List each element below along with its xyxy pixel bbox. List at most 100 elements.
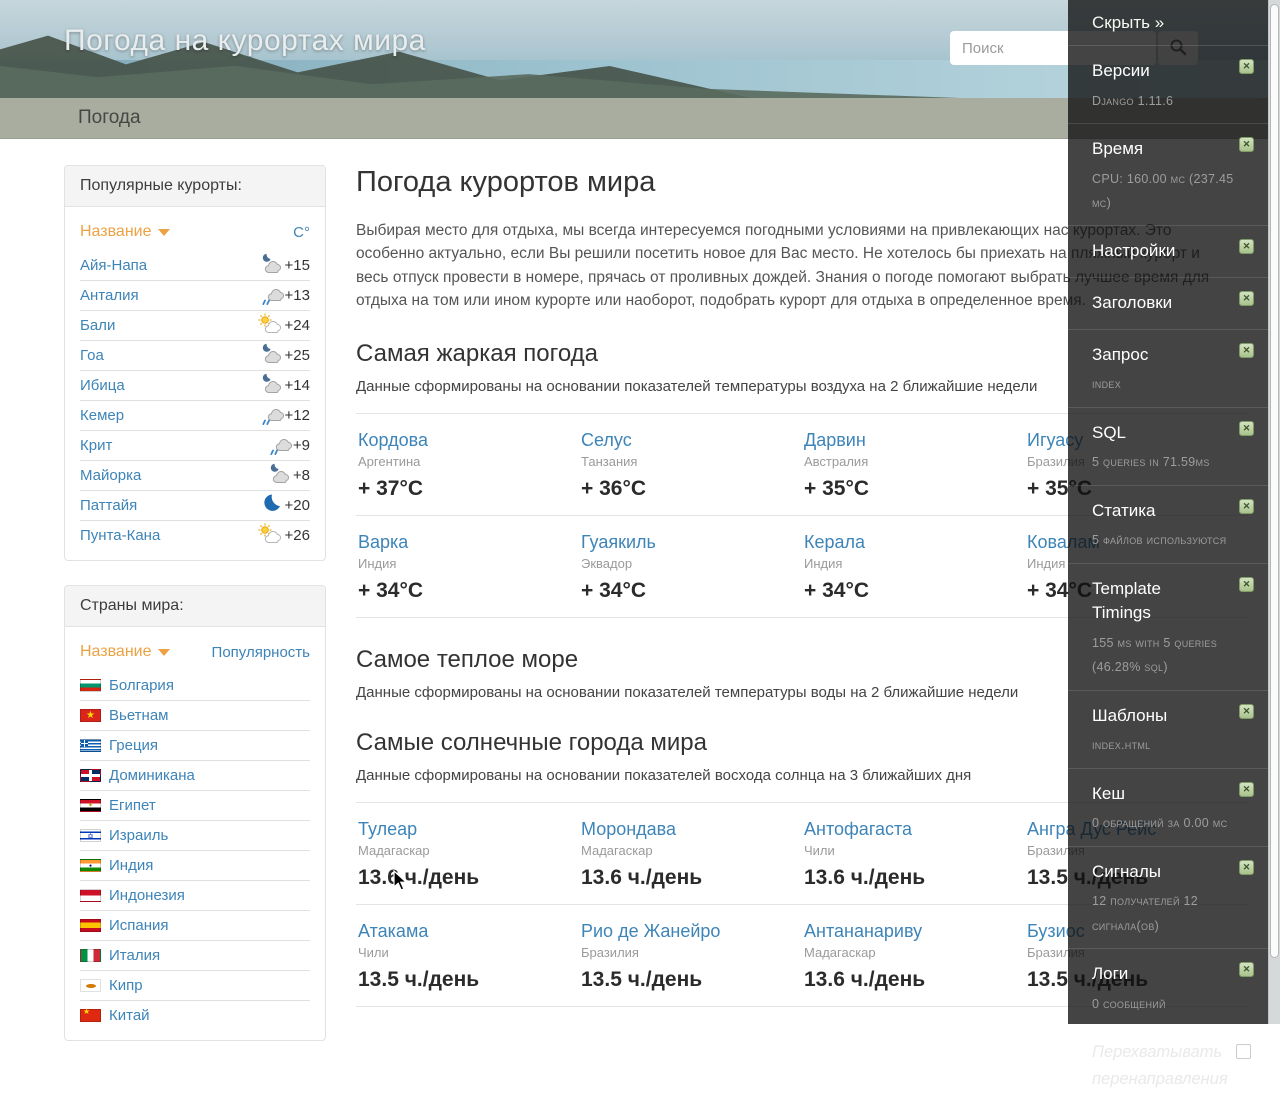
resort-link[interactable]: Гоа (80, 347, 104, 364)
card-city-link[interactable]: Морондава (581, 819, 676, 840)
card-value: 13.6 ч./день (804, 968, 926, 991)
country-link[interactable]: Индия (109, 857, 153, 874)
flag-es-icon (80, 919, 101, 932)
toolbar-panel-settings: Настройки ✕ (1068, 226, 1268, 279)
country-link[interactable]: Египет (109, 797, 156, 814)
toolbar-hide-button[interactable]: Скрыть » (1068, 0, 1268, 46)
card-country: Индия (804, 556, 843, 571)
panel-toggle-button[interactable]: ✕ (1239, 239, 1254, 255)
panel-toggle-button[interactable]: ✕ (1239, 137, 1254, 153)
weather-card: Керала Индия + 34°C (802, 516, 1025, 618)
close-icon: ✕ (1242, 241, 1251, 252)
resort-link[interactable]: Айя-Напа (80, 257, 147, 274)
country-link[interactable]: Китай (109, 1007, 150, 1024)
toolbar-panel-title[interactable]: Время (1092, 134, 1254, 165)
scrollbar-thumb[interactable] (1270, 4, 1279, 958)
toolbar-panel-title[interactable]: Сигналы (1092, 857, 1254, 888)
panel-toggle-button[interactable]: ✕ (1239, 342, 1254, 358)
card-country: Мадагаскар (804, 945, 876, 960)
resort-temp: +25 (284, 347, 310, 364)
toolbar-panel-versions: Версии ✕ Django 1.11.6 (1068, 46, 1268, 125)
moon-cloud-icon (265, 463, 292, 489)
weather-card: Селус Танзания + 36°C (579, 414, 802, 516)
toolbar-panel-title[interactable]: SQL (1092, 418, 1254, 449)
resort-weather: +8 (265, 463, 310, 489)
toolbar-panel-staticfiles: Статика ✕ 5 файлов используются (1068, 486, 1268, 564)
country-link[interactable]: Вьетнам (109, 707, 168, 724)
resort-temp: +13 (284, 287, 310, 304)
toolbar-panel-title[interactable]: Настройки (1092, 236, 1254, 267)
panel-toggle-button[interactable]: ✕ (1239, 576, 1254, 592)
toolbar-panel-title[interactable]: Версии (1092, 56, 1254, 87)
panel-toggle-button[interactable]: ✕ (1239, 859, 1254, 875)
countries-col-name-label: Название (80, 643, 152, 660)
card-city-link[interactable]: Рио де Жанейро (581, 921, 720, 942)
resorts-sort-by-temp[interactable]: С° (293, 224, 310, 241)
panel-toggle-button[interactable]: ✕ (1239, 962, 1254, 978)
weather-card: Рио де Жанейро Бразилия 13.5 ч./день (579, 905, 802, 1007)
toolbar-panel-title[interactable]: Шаблоны (1092, 701, 1254, 732)
panel-toggle-button[interactable]: ✕ (1239, 781, 1254, 797)
country-link[interactable]: Индонезия (109, 887, 185, 904)
panel-toggle-button[interactable]: ✕ (1239, 291, 1254, 307)
card-city-link[interactable]: Варка (358, 532, 408, 553)
resort-link[interactable]: Ибица (80, 377, 125, 394)
toolbar-panel-sql: SQL ✕ 5 queries in 71.59ms (1068, 408, 1268, 486)
panel-toggle-button[interactable]: ✕ (1239, 498, 1254, 514)
resorts-sort-by-name[interactable]: Название (80, 223, 170, 241)
resort-link[interactable]: Пунта-Кана (80, 527, 160, 544)
country-link[interactable]: Греция (109, 737, 158, 754)
countries-sort-by-popularity[interactable]: Популярность (212, 644, 310, 661)
country-link[interactable]: Доминикана (109, 767, 195, 784)
card-country: Мадагаскар (358, 843, 430, 858)
resort-row: Паттайя +20 (80, 490, 310, 520)
card-city-link[interactable]: Гуаякиль (581, 532, 656, 553)
resort-link[interactable]: Паттайя (80, 497, 137, 514)
card-city-link[interactable]: Тулеар (358, 819, 417, 840)
card-country: Чили (804, 843, 835, 858)
card-city-link[interactable]: Кордова (358, 430, 428, 451)
card-city-link[interactable]: Антананариву (804, 921, 922, 942)
toolbar-panel-title[interactable]: Логи (1092, 959, 1254, 990)
panel-toggle-button[interactable]: ✕ (1239, 420, 1254, 436)
nav-item-weather[interactable]: Погода (78, 107, 141, 129)
resort-link[interactable]: Майорка (80, 467, 141, 484)
site-title: Погода на курортах мира (64, 24, 426, 57)
toolbar-panel-title[interactable]: Template Timings (1092, 574, 1254, 629)
resort-link[interactable]: Крит (80, 437, 112, 454)
resort-link[interactable]: Кемер (80, 407, 124, 424)
resort-link[interactable]: Бали (80, 317, 115, 334)
panel-toggle-button[interactable]: ✕ (1239, 59, 1254, 74)
country-link[interactable]: Испания (109, 917, 169, 934)
panel-toggle-button[interactable]: ✕ (1239, 703, 1254, 719)
weather-card: Атакама Чили 13.5 ч./день (356, 905, 579, 1007)
card-country: Индия (358, 556, 397, 571)
toolbar-panel-stats: index (1092, 377, 1122, 392)
country-row: Египет (80, 790, 310, 820)
card-city-link[interactable]: Селус (581, 430, 632, 451)
intercept-redirects-checkbox[interactable] (1236, 1044, 1251, 1060)
country-link[interactable]: Италия (109, 947, 160, 964)
toolbar-panel-stats: Django 1.11.6 (1092, 93, 1174, 108)
toolbar-panel-stats: 0 сообщений (1092, 996, 1166, 1011)
card-city-link[interactable]: Керала (804, 532, 865, 553)
toolbar-panel-template-timings: Template Timings ✕ 155 ms with 5 queries (… (1068, 564, 1268, 691)
country-link[interactable]: Кипр (109, 977, 143, 994)
card-city-link[interactable]: Атакама (358, 921, 428, 942)
toolbar-panel-title[interactable]: Кеш (1092, 779, 1254, 810)
toolbar-panel-title[interactable]: Статика (1092, 496, 1254, 527)
toolbar-panel-title[interactable]: Заголовки (1092, 288, 1254, 319)
country-row: Греция (80, 730, 310, 760)
card-city-link[interactable]: Дарвин (804, 430, 866, 451)
resort-row: Ибица +14 (80, 370, 310, 400)
card-city-link[interactable]: Антофагаста (804, 819, 912, 840)
resort-link[interactable]: Анталия (80, 287, 139, 304)
resort-weather: +25 (257, 343, 310, 369)
close-icon: ✕ (1242, 861, 1251, 872)
resort-weather: +20 (257, 493, 310, 519)
country-link[interactable]: Болгария (109, 677, 174, 694)
toolbar-panel-title[interactable]: Запрос (1092, 340, 1254, 371)
card-value: + 34°C (358, 579, 424, 602)
countries-sort-by-name[interactable]: Название (80, 643, 170, 661)
country-link[interactable]: Израиль (109, 827, 168, 844)
